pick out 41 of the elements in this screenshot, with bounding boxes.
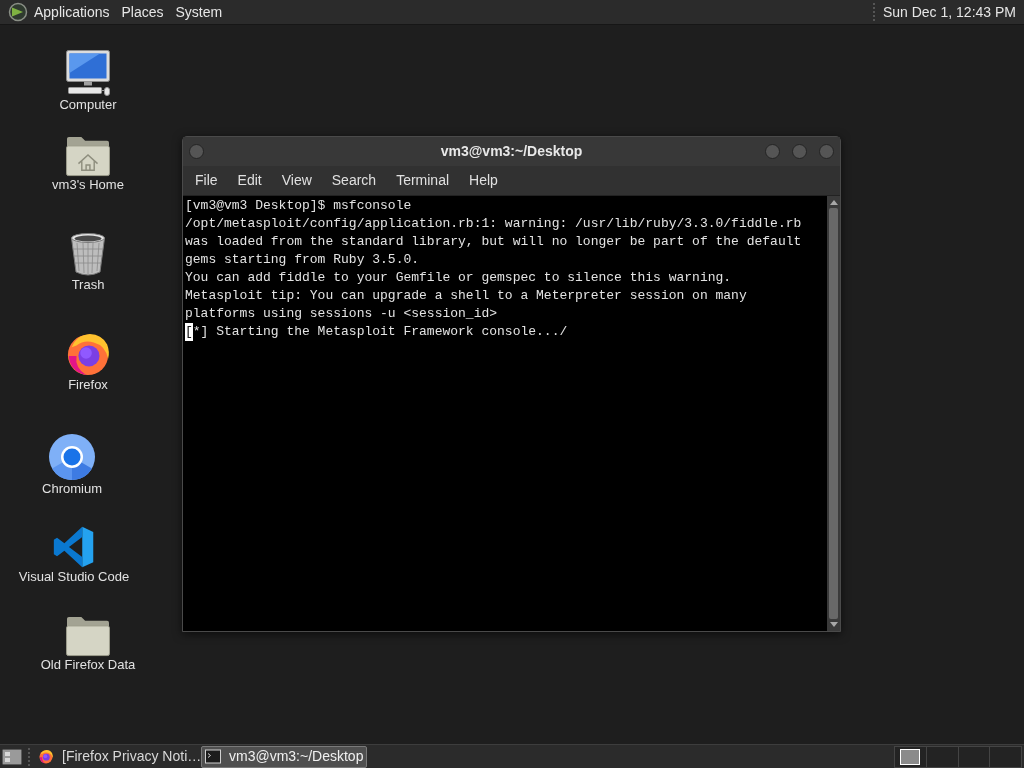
firefox-icon[interactable] — [65, 331, 111, 377]
desktop-icon-label[interactable]: Old Firefox Data — [40, 657, 136, 673]
terminal-line: You can add fiddle to your Gemfile or gemspec to silence this warning. — [185, 269, 733, 287]
panel-menu[interactable]: System — [169, 0, 229, 24]
terminal-line: Metasploit tip: You can upgrade a shell to a Meterpreter session on many — [185, 287, 748, 305]
desktop-icon-label[interactable]: Chromium — [42, 481, 102, 497]
folder-icon[interactable] — [65, 615, 111, 657]
desktop-icon-label[interactable]: Trash — [71, 277, 105, 293]
terminal-icon — [205, 749, 221, 764]
firefox-icon — [38, 749, 54, 764]
up-arrow-icon[interactable] — [829, 200, 838, 205]
chromium-icon[interactable] — [48, 433, 96, 481]
terminal-line: gems starting from Ruby 3.5.0. — [185, 251, 421, 269]
home-folder-icon[interactable] — [65, 135, 111, 177]
logo-icon[interactable] — [8, 2, 28, 22]
window-thumbnail-icon — [900, 748, 920, 765]
desktop-icon-label[interactable]: vm3's Home — [52, 177, 124, 193]
window-title: vm3@vm3:~/Desktop — [440, 142, 583, 161]
menu-item[interactable]: Help — [459, 166, 508, 195]
computer-icon[interactable] — [64, 49, 112, 97]
vscode-icon[interactable] — [52, 525, 96, 569]
panel-menu[interactable]: Places — [115, 0, 170, 24]
desktop-icon-label[interactable]: Computer — [59, 97, 117, 113]
menu-item[interactable]: File — [185, 166, 228, 195]
scrollbar-thumb[interactable] — [829, 208, 838, 619]
desktop-icon-label[interactable]: Firefox — [68, 377, 108, 393]
terminal-line: /opt/metasploit/config/application.rb:1: warning: /usr/lib/ruby/3.3.0/fiddle.rb — [185, 215, 803, 233]
menu-item[interactable]: View — [271, 166, 322, 195]
terminal-line: [vm3@vm3 Desktop]$ msfconsole — [185, 197, 413, 215]
terminal-line: was loaded from the standard library, but will no longer be part of the default — [185, 233, 803, 251]
menu-item[interactable]: Edit — [227, 166, 272, 195]
terminal-line: platforms using sessions -u <session_id> — [185, 305, 499, 323]
desktop-icon-label[interactable]: Visual Studio Code — [18, 569, 130, 585]
task-button[interactable]: vm3@vm3:~/Desktop — [201, 745, 367, 768]
menu-item[interactable]: Terminal — [386, 166, 460, 195]
down-arrow-icon[interactable] — [829, 622, 838, 627]
show-desktop-icon[interactable] — [2, 747, 22, 766]
panel-menu[interactable]: Applications — [28, 0, 116, 24]
clock[interactable]: Sun Dec 1, 12:43 PM — [882, 1, 1024, 23]
menu-item[interactable]: Search — [321, 166, 387, 195]
trash-icon[interactable] — [68, 231, 108, 277]
